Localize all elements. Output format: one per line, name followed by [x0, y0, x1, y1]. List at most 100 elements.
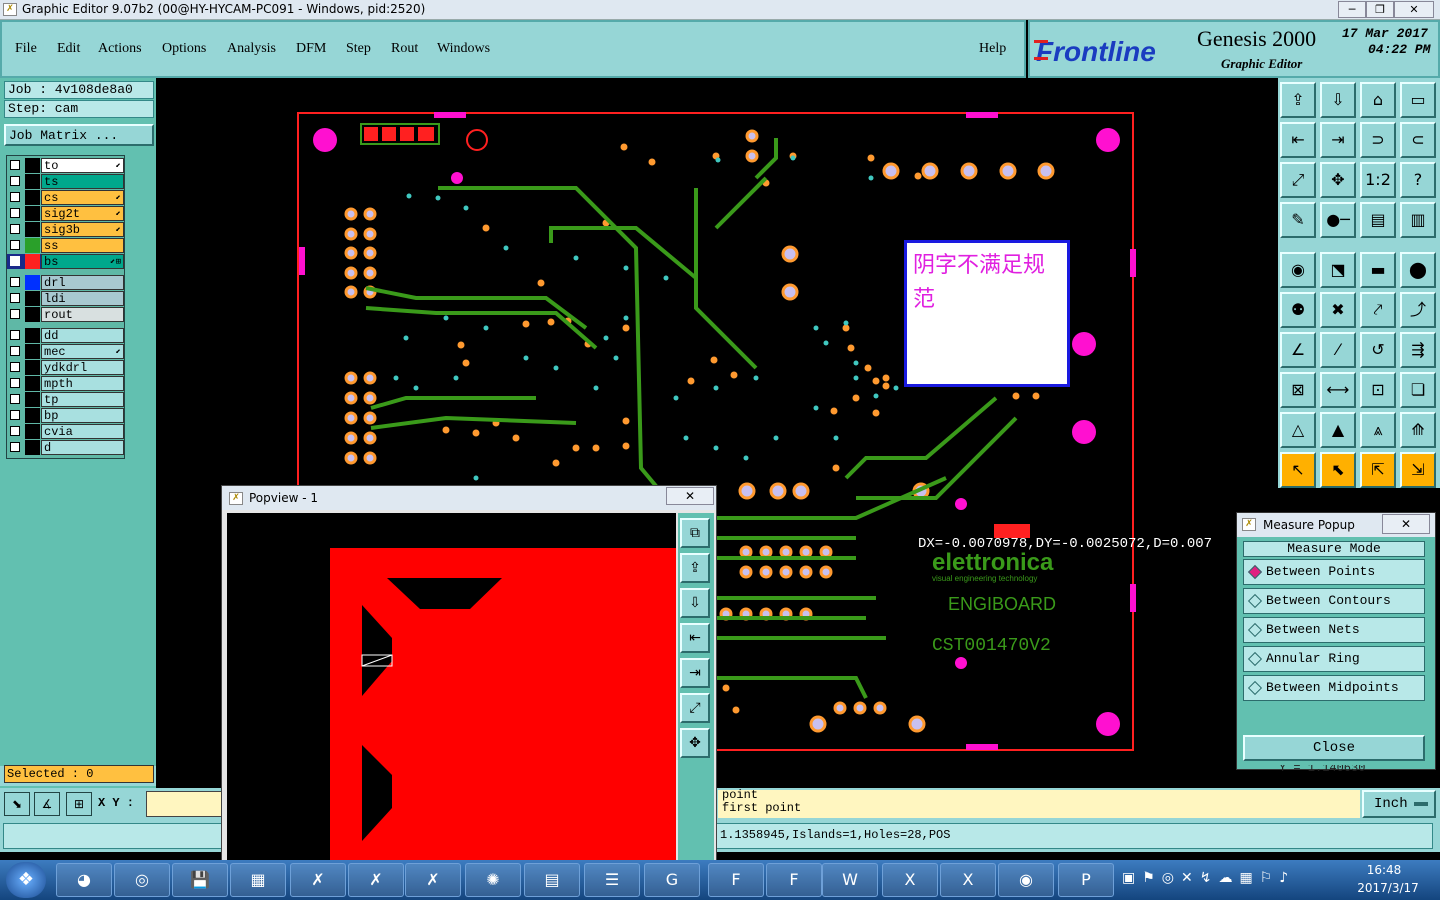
- view-bottom-icon[interactable]: ⇩: [1320, 82, 1356, 118]
- center-icon[interactable]: ✥: [1320, 162, 1356, 198]
- layer-checkbox[interactable]: [10, 160, 20, 170]
- layer-color-swatch[interactable]: [25, 424, 40, 439]
- layer-row[interactable]: bp: [7, 408, 124, 423]
- genesis-window-3-icon[interactable]: ✗: [405, 863, 461, 897]
- layer-checkbox[interactable]: [10, 362, 20, 372]
- measure-popup-close-icon[interactable]: ✕: [1382, 514, 1430, 534]
- layer-color-swatch[interactable]: [25, 206, 40, 221]
- radio-diamond-icon[interactable]: [1247, 564, 1263, 580]
- layer-checkbox[interactable]: [10, 330, 20, 340]
- layer-color-swatch[interactable]: [25, 174, 40, 189]
- layer-color-swatch[interactable]: [25, 158, 40, 173]
- pop-left-icon[interactable]: ⇤: [680, 623, 710, 653]
- delete-icon[interactable]: ✖: [1320, 292, 1356, 328]
- maximize-button[interactable]: ❐: [1366, 1, 1394, 18]
- layer-checkbox[interactable]: [10, 240, 20, 250]
- distance-icon[interactable]: ⟷: [1320, 372, 1356, 408]
- layer-stack-2-icon[interactable]: ▥: [1400, 202, 1436, 238]
- radio-diamond-icon[interactable]: [1247, 622, 1263, 638]
- layer-color-swatch[interactable]: [25, 275, 40, 290]
- pop-zoom-out-icon[interactable]: ⤢: [680, 693, 710, 723]
- layer-color-swatch[interactable]: [25, 408, 40, 423]
- popview-canvas[interactable]: [227, 513, 676, 863]
- layer-stack-icon[interactable]: ▤: [1360, 202, 1396, 238]
- tool-select-icon[interactable]: ⬊: [4, 792, 30, 816]
- layer-row[interactable]: d: [7, 440, 124, 455]
- layer-row[interactable]: cs ⬋: [7, 190, 124, 205]
- flip-icon[interactable]: ⇶: [1400, 332, 1436, 368]
- layer-color-swatch[interactable]: [25, 376, 40, 391]
- triangle-4-icon[interactable]: ⟰: [1400, 412, 1436, 448]
- excel-1-icon[interactable]: X: [882, 863, 938, 897]
- excel-2-icon[interactable]: X: [940, 863, 996, 897]
- browser-icon[interactable]: ◕: [56, 863, 112, 897]
- fit-all-icon[interactable]: ⤢: [1280, 162, 1316, 198]
- layer-row[interactable]: bs ⬋⊞: [7, 254, 124, 269]
- pointer-icon[interactable]: ↖: [1280, 452, 1316, 488]
- layer-checkbox[interactable]: [10, 309, 20, 319]
- layer-color-swatch[interactable]: [25, 254, 40, 269]
- measure-option[interactable]: Between Nets: [1243, 617, 1425, 643]
- job-matrix-button[interactable]: Job Matrix ...: [4, 124, 154, 146]
- layer-checkbox[interactable]: [10, 208, 20, 218]
- radio-diamond-icon[interactable]: [1247, 680, 1263, 696]
- layer-checkbox[interactable]: [10, 442, 20, 452]
- measure-option[interactable]: Between Midpoints: [1243, 675, 1425, 701]
- pointer-2-icon[interactable]: ⬉: [1320, 452, 1356, 488]
- window-icon[interactable]: ▭: [1400, 82, 1436, 118]
- pop-right-icon[interactable]: ⇥: [680, 658, 710, 688]
- pan-left-icon[interactable]: ⇤: [1280, 122, 1316, 158]
- layer-checkbox[interactable]: [10, 394, 20, 404]
- menu-analysis[interactable]: Analysis: [227, 41, 276, 57]
- layer-checkbox[interactable]: [10, 176, 20, 186]
- triangle-3-icon[interactable]: ⩓: [1360, 412, 1396, 448]
- menu-actions[interactable]: Actions: [98, 41, 142, 57]
- layer-color-swatch[interactable]: [25, 440, 40, 455]
- layer-color-swatch[interactable]: [25, 222, 40, 237]
- save-app-icon[interactable]: 💾: [172, 863, 228, 897]
- pop-up-icon[interactable]: ⇪: [680, 553, 710, 583]
- pop-fit-icon[interactable]: ⧉: [680, 518, 710, 548]
- triangle-2-icon[interactable]: ▲: [1320, 412, 1356, 448]
- polygon-icon[interactable]: ⬔: [1320, 252, 1356, 288]
- radio-diamond-icon[interactable]: [1247, 651, 1263, 667]
- connect-icon[interactable]: ⚉: [1280, 292, 1316, 328]
- menu-dfm[interactable]: DFM: [296, 41, 326, 57]
- genesis-window-1-icon[interactable]: ✗: [290, 863, 346, 897]
- layer-row[interactable]: tp: [7, 392, 124, 407]
- pop-center-icon[interactable]: ✥: [680, 728, 710, 758]
- eye-app-icon[interactable]: ◎: [114, 863, 170, 897]
- circle-icon[interactable]: ⬤: [1400, 252, 1436, 288]
- zoom-out-icon[interactable]: ⊃: [1360, 122, 1396, 158]
- menu-file[interactable]: File: [15, 41, 37, 57]
- pointer-4-icon[interactable]: ⇲: [1400, 452, 1436, 488]
- layer-checkbox[interactable]: [10, 277, 20, 287]
- shell-icon[interactable]: ✺: [465, 863, 521, 897]
- rotate-icon[interactable]: ↺: [1360, 332, 1396, 368]
- triangle-icon[interactable]: △: [1280, 412, 1316, 448]
- layer-color-swatch[interactable]: [25, 328, 40, 343]
- measure-option[interactable]: Between Contours: [1243, 588, 1425, 614]
- menu-windows[interactable]: Windows: [437, 41, 490, 57]
- layer-row[interactable]: dd: [7, 328, 124, 343]
- scale-icon[interactable]: 1:2: [1360, 162, 1396, 198]
- slash-icon[interactable]: ⁄: [1320, 332, 1356, 368]
- measure-box-icon[interactable]: ⊡: [1360, 372, 1396, 408]
- layer-color-swatch[interactable]: [25, 392, 40, 407]
- xy-input[interactable]: [146, 791, 222, 817]
- scanner-icon[interactable]: ▦: [230, 863, 286, 897]
- copy-icon[interactable]: ❏: [1400, 372, 1436, 408]
- pointer-3-icon[interactable]: ⇱: [1360, 452, 1396, 488]
- pop-down-icon[interactable]: ⇩: [680, 588, 710, 618]
- close-button[interactable]: ✕: [1394, 1, 1434, 18]
- layer-color-swatch[interactable]: [25, 291, 40, 306]
- layer-checkbox[interactable]: [10, 192, 20, 202]
- layer-row[interactable]: to ⬋: [7, 158, 124, 173]
- layer-checkbox[interactable]: [10, 410, 20, 420]
- minimize-button[interactable]: ─: [1338, 1, 1366, 18]
- calculator-icon[interactable]: ▤: [524, 863, 580, 897]
- net-icon[interactable]: ●─: [1320, 202, 1356, 238]
- frontline-1-icon[interactable]: F: [708, 863, 764, 897]
- layer-color-swatch[interactable]: [25, 344, 40, 359]
- tool-angle-icon[interactable]: ∡: [34, 792, 60, 816]
